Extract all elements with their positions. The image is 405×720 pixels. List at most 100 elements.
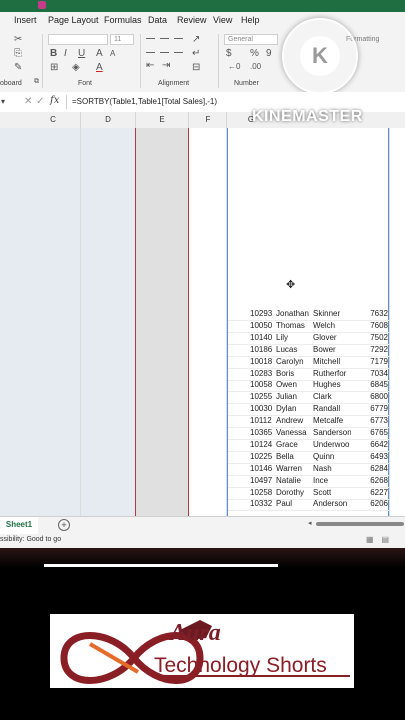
cell-total-sales[interactable]: 7292 — [362, 345, 388, 354]
outdent-icon[interactable]: ⇥ — [162, 60, 170, 71]
cell-first-name[interactable]: Jonathan — [276, 309, 316, 318]
cell-last-name[interactable]: Clark — [313, 392, 351, 401]
dialog-launcher-icon[interactable]: ⧉ — [34, 78, 39, 86]
cell-total-sales[interactable]: 6845 — [362, 380, 388, 389]
cell-last-name[interactable]: Glover — [313, 333, 351, 342]
cell-total-sales[interactable]: 6268 — [362, 476, 388, 485]
cell-last-name[interactable]: Skinner — [313, 309, 351, 318]
decrease-decimal-icon[interactable]: .00 — [250, 62, 261, 71]
cell-id[interactable]: 10112 — [250, 416, 278, 425]
cell-total-sales[interactable]: 6206 — [362, 499, 388, 508]
font-size-dropdown[interactable]: 11 — [110, 34, 134, 45]
accessibility-status[interactable]: ssibility: Good to go — [0, 536, 61, 543]
cell-last-name[interactable]: Bower — [313, 345, 351, 354]
cell-id[interactable]: 10283 — [250, 369, 278, 378]
cell-last-name[interactable]: Rutherfor — [313, 369, 351, 378]
font-grow-icon[interactable]: A — [96, 48, 103, 59]
font-color-icon[interactable]: A — [96, 62, 103, 73]
cell-id[interactable]: 10140 — [250, 333, 278, 342]
cell-first-name[interactable]: Natalie — [276, 476, 316, 485]
comma-icon[interactable]: 9 — [266, 48, 272, 59]
cell-id[interactable]: 10225 — [250, 452, 278, 461]
cell-last-name[interactable]: Sanderson — [313, 428, 351, 437]
font-shrink-icon[interactable]: A — [110, 49, 115, 58]
cell-id[interactable]: 10497 — [250, 476, 278, 485]
cell-first-name[interactable]: Paul — [276, 499, 316, 508]
cut-icon[interactable]: ✂ — [14, 34, 22, 45]
increase-decimal-icon[interactable]: ←0 — [228, 62, 240, 71]
cell-last-name[interactable]: Quinn — [313, 452, 351, 461]
format-painter-icon[interactable]: ✎ — [14, 62, 22, 73]
column-header-d[interactable]: D — [101, 115, 115, 124]
cell-first-name[interactable]: Boris — [276, 369, 316, 378]
cell-last-name[interactable]: Metcalfe — [313, 416, 351, 425]
cell-total-sales[interactable]: 7502 — [362, 333, 388, 342]
cell-total-sales[interactable]: 6765 — [362, 428, 388, 437]
menu-formulas[interactable]: Formulas — [104, 15, 142, 25]
menu-data[interactable]: Data — [148, 15, 167, 25]
italic-icon[interactable]: I — [64, 48, 67, 59]
cell-total-sales[interactable]: 6779 — [362, 404, 388, 413]
cell-last-name[interactable]: Ince — [313, 476, 351, 485]
column-header-f[interactable]: F — [201, 115, 215, 124]
number-format-dropdown[interactable]: General — [224, 34, 278, 45]
scroll-left-icon[interactable]: ◂ — [308, 519, 312, 527]
cell-id[interactable]: 10258 — [250, 488, 278, 497]
currency-icon[interactable]: $ — [226, 48, 232, 59]
cell-first-name[interactable]: Dylan — [276, 404, 316, 413]
cell-id[interactable]: 10030 — [250, 404, 278, 413]
cell-id[interactable]: 10018 — [250, 357, 278, 366]
merge-icon[interactable]: ⊟ — [192, 62, 200, 73]
cell-id[interactable]: 10293 — [250, 309, 278, 318]
worksheet-grid[interactable]: ✥ 10293 Jonathan Skinner 7632 10050 Thomas Wel… — [0, 128, 405, 516]
video-progress-bar[interactable] — [44, 564, 278, 567]
wrap-text-icon[interactable]: ↵ — [192, 48, 200, 59]
menu-help[interactable]: Help — [241, 15, 260, 25]
view-mode-icons[interactable]: ▦▤ — [366, 535, 397, 544]
cell-id[interactable]: 10146 — [250, 464, 278, 473]
cell-first-name[interactable]: Thomas — [276, 321, 316, 330]
cell-first-name[interactable]: Dorothy — [276, 488, 316, 497]
cell-id[interactable]: 10186 — [250, 345, 278, 354]
formula-input[interactable]: =SORTBY(Table1,Table1[Total Sales],-1) — [72, 97, 217, 106]
cell-last-name[interactable]: Nash — [313, 464, 351, 473]
cell-last-name[interactable]: Scott — [313, 488, 351, 497]
cell-last-name[interactable]: Randall — [313, 404, 351, 413]
cell-total-sales[interactable]: 6800 — [362, 392, 388, 401]
cell-last-name[interactable]: Mitchell — [313, 357, 351, 366]
horizontal-scrollbar[interactable] — [316, 522, 404, 526]
cell-first-name[interactable]: Owen — [276, 380, 316, 389]
cell-total-sales[interactable]: 6227 — [362, 488, 388, 497]
cell-id[interactable]: 10124 — [250, 440, 278, 449]
cell-first-name[interactable]: Warren — [276, 464, 316, 473]
insert-function-icon[interactable]: fx — [50, 95, 59, 106]
cell-last-name[interactable]: Anderson — [313, 499, 351, 508]
fill-color-icon[interactable]: ◈ — [72, 62, 80, 73]
cell-total-sales[interactable]: 7608 — [362, 321, 388, 330]
cell-first-name[interactable]: Lucas — [276, 345, 316, 354]
cell-last-name[interactable]: Hughes — [313, 380, 351, 389]
name-box-dropdown-icon[interactable]: ▾ — [1, 97, 5, 106]
cell-id[interactable]: 10332 — [250, 499, 278, 508]
cell-total-sales[interactable]: 6773 — [362, 416, 388, 425]
cell-first-name[interactable]: Lily — [276, 333, 316, 342]
cell-id[interactable]: 10365 — [250, 428, 278, 437]
menu-review[interactable]: Review — [177, 15, 207, 25]
cell-total-sales[interactable]: 6493 — [362, 452, 388, 461]
font-name-dropdown[interactable] — [48, 34, 108, 45]
cell-first-name[interactable]: Bella — [276, 452, 316, 461]
cell-total-sales[interactable]: 7034 — [362, 369, 388, 378]
cell-total-sales[interactable]: 7179 — [362, 357, 388, 366]
cell-total-sales[interactable]: 6642 — [362, 440, 388, 449]
cell-first-name[interactable]: Carolyn — [276, 357, 316, 366]
cell-first-name[interactable]: Grace — [276, 440, 316, 449]
menu-insert[interactable]: Insert — [14, 15, 37, 25]
cell-total-sales[interactable]: 6284 — [362, 464, 388, 473]
enter-icon[interactable]: ✓ — [36, 96, 44, 107]
underline-icon[interactable]: U — [78, 48, 85, 59]
column-header-c[interactable]: C — [46, 115, 60, 124]
column-header-e[interactable]: E — [155, 115, 169, 124]
cell-last-name[interactable]: Underwoo — [313, 440, 351, 449]
table-row[interactable]: 10332 Paul Anderson 6206 — [228, 498, 389, 512]
percent-icon[interactable]: % — [250, 48, 259, 59]
